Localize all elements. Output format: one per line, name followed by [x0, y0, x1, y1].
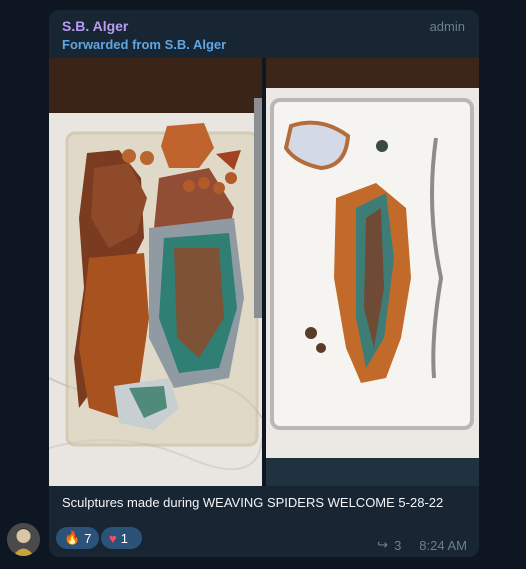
message-bubble[interactable]: S.B. Alger admin Forwarded from S.B. Alg… [49, 10, 479, 557]
message-meta: ↪ 3 8:24 AM [377, 537, 467, 553]
avatar[interactable] [7, 523, 40, 556]
admin-badge: admin [429, 19, 465, 34]
forwarded-from[interactable]: Forwarded from S.B. Alger [62, 37, 226, 52]
reaction-count: 1 [120, 530, 128, 546]
forward-count: 3 [394, 537, 402, 553]
photo-album [49, 58, 479, 486]
reaction-count: 7 [84, 530, 92, 546]
photo-left[interactable] [49, 58, 262, 486]
message-time: 8:24 AM [419, 537, 467, 553]
share-icon[interactable]: ↪ [377, 537, 388, 553]
photo-right[interactable] [266, 58, 479, 486]
message-caption: Sculptures made during WEAVING SPIDERS W… [62, 495, 444, 510]
reaction-heart[interactable]: ♥ 1 [101, 527, 142, 549]
fire-icon: 🔥 [64, 530, 81, 545]
heart-icon: ♥ [109, 530, 117, 546]
reaction-fire[interactable]: 🔥 7 [56, 527, 99, 549]
sender-name[interactable]: S.B. Alger [62, 18, 128, 34]
